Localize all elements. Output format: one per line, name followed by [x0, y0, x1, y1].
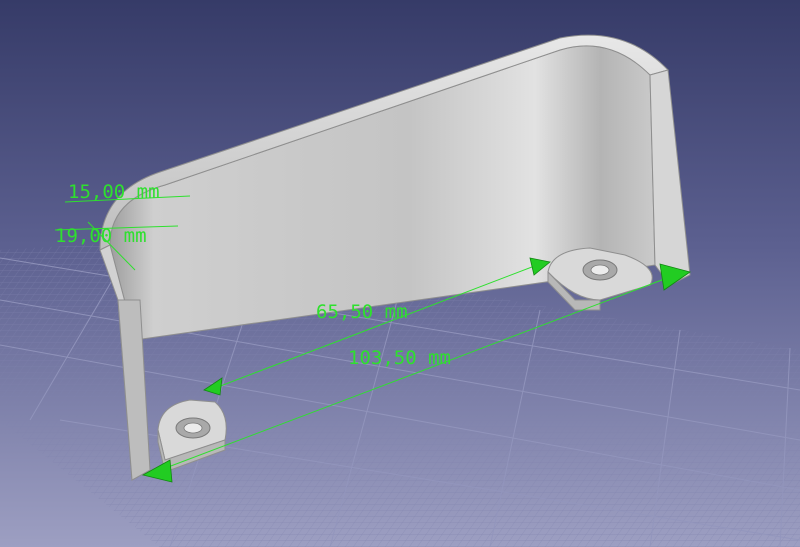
- bracket-back-wall: [109, 45, 656, 341]
- dim-label-19: 19,00 mm: [55, 225, 147, 247]
- dim-label-15: 15,00 mm: [68, 181, 160, 203]
- dim-label-103-50: 103,50 mm: [348, 347, 451, 369]
- bracket-right-flange: [649, 69, 691, 286]
- dim-label-65-50: 65,50 mm: [316, 301, 408, 323]
- 3d-viewport[interactable]: 15,00 mm 19,00 mm 65,50 mm 103,50 mm: [0, 0, 800, 547]
- model-scene[interactable]: 15,00 mm 19,00 mm 65,50 mm 103,50 mm: [0, 0, 800, 547]
